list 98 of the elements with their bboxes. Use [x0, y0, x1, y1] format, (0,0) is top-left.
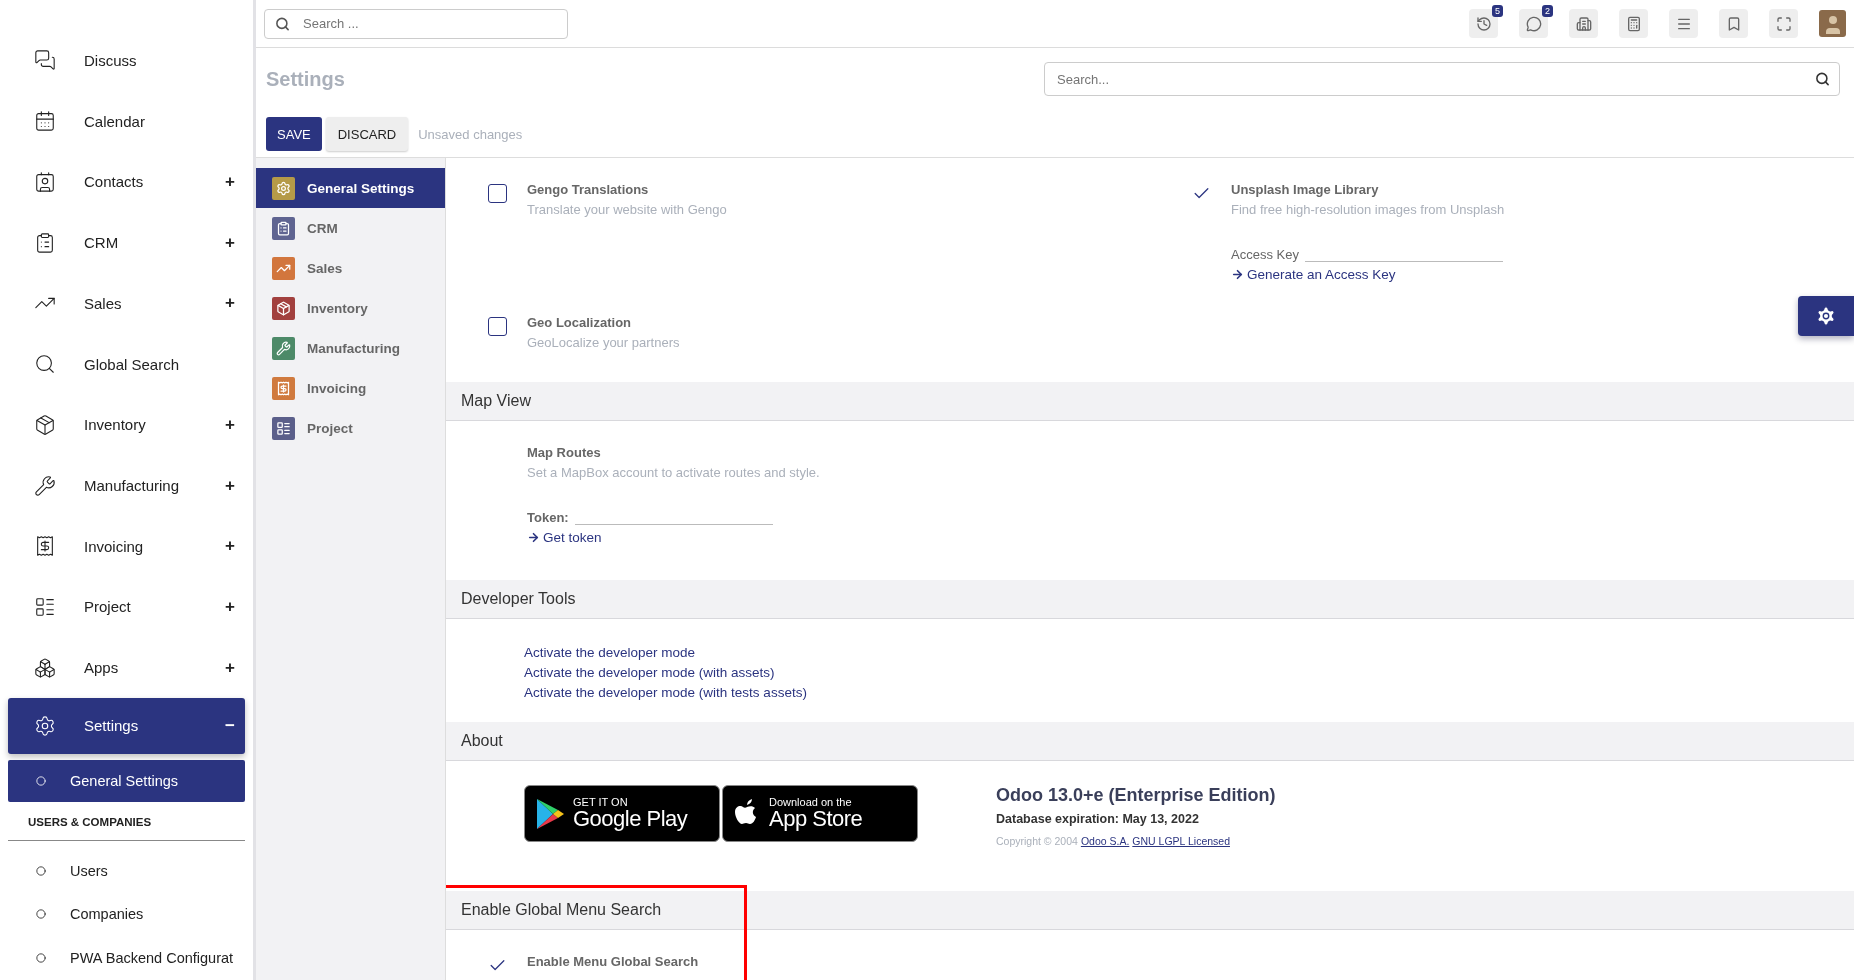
app-tab[interactable]: General Settings [256, 168, 445, 208]
fullscreen-icon [1775, 15, 1792, 32]
badge-store-name: Google Play [573, 808, 688, 830]
option-title: Geo Localization [527, 315, 632, 330]
sidebar-item[interactable]: CRM + [8, 212, 245, 273]
calculator-icon [1625, 15, 1642, 32]
chat-icon [34, 49, 56, 72]
fullscreen-button[interactable] [1769, 9, 1798, 38]
sidebar-item[interactable]: Contacts + [8, 151, 245, 213]
store-badge[interactable]: Download on the App Store [722, 785, 918, 842]
option-description: GeoLocalize your partners [527, 335, 680, 350]
option-description: Translate your website with Gengo [527, 202, 727, 217]
copyright-link[interactable]: Odoo S.A. [1080, 835, 1130, 847]
arrow-icon [527, 531, 540, 544]
chat-button[interactable] [1519, 9, 1548, 38]
bookmark-button[interactable] [1719, 9, 1748, 38]
app-tab[interactable]: Inventory [256, 288, 445, 328]
sidebar-item[interactable]: Calendar [8, 90, 245, 152]
developer-link[interactable]: Activate the developer mode (with assets) [524, 665, 775, 680]
section-header: Map View [446, 382, 1854, 421]
section-header: Enable Global Menu Search [446, 891, 1854, 930]
submenu-item[interactable]: General Settings [8, 759, 245, 802]
building-button[interactable] [1569, 9, 1598, 38]
clipboard-icon [34, 231, 56, 254]
badge-caption: GET IT ON [573, 797, 629, 808]
save-button[interactable]: SAVE [266, 117, 322, 151]
search-icon [275, 16, 290, 31]
app-tab[interactable]: Sales [256, 248, 445, 288]
option-link[interactable]: Generate an Access Key [1231, 267, 1396, 282]
menu-button[interactable] [1669, 9, 1698, 38]
option-title: Enable Menu Global Search [527, 954, 699, 969]
arrow-icon [1231, 268, 1244, 281]
sidebar-item[interactable]: Invoicing + [8, 515, 245, 577]
submenu-item[interactable]: Users [8, 848, 245, 893]
sidebar-item[interactable]: Global Search [8, 333, 245, 395]
sidebar-item[interactable]: Apps + [8, 637, 245, 699]
sidebar-item[interactable]: Discuss [8, 30, 245, 91]
app-tab[interactable]: CRM [256, 208, 445, 248]
search-icon [1815, 71, 1830, 87]
app-tab[interactable]: Project [256, 408, 445, 448]
store-badge[interactable]: GET IT ON Google Play [524, 785, 720, 842]
option-description: Find free high-resolution images from Unsplash [1231, 202, 1505, 217]
sidebar-item[interactable]: Manufacturing + [8, 455, 245, 516]
edition-title: Odoo 13.0+e (Enterprise Edition) [996, 785, 1276, 806]
sidebar-item[interactable]: Inventory + [8, 394, 245, 456]
calculator-button[interactable] [1619, 9, 1648, 38]
group-title: USERS & COMPANIES [8, 801, 245, 841]
history-button[interactable] [1469, 9, 1498, 38]
option-link[interactable]: Get token [527, 530, 602, 545]
badge-caption: Download on the [769, 797, 853, 808]
developer-link[interactable]: Activate the developer mode (with tests assets) [524, 685, 807, 700]
submenu-item[interactable]: PWA Backend Configurat [8, 936, 245, 980]
copyright-text: Copyright © 2004 Odoo S.A. GNU LGPL Licensed [996, 835, 1231, 847]
option-title: Map Routes [527, 445, 602, 460]
bullet-icon [36, 909, 46, 920]
settings-icon [1815, 305, 1837, 327]
page-title: Settings [266, 67, 345, 91]
checkbox[interactable] [488, 317, 507, 336]
sidebar-item[interactable]: Settings − [8, 698, 245, 754]
option-description: Set a MapBox account to activate routes and style. [527, 465, 820, 480]
sidebar-item[interactable]: Project + [8, 576, 245, 638]
history-icon [1475, 15, 1492, 32]
sidebar-item[interactable]: Sales + [8, 272, 245, 334]
search-field[interactable]: Search ... [264, 8, 568, 39]
discard-button[interactable]: DISCARD [325, 117, 409, 151]
search-icon [34, 353, 56, 376]
box-icon [34, 413, 56, 436]
calendar-icon [34, 110, 56, 133]
bullet-icon [36, 865, 46, 876]
option-title: Gengo Translations [527, 182, 650, 197]
app-tab[interactable]: Manufacturing [256, 328, 445, 368]
developer-link[interactable]: Activate the developer mode [524, 645, 696, 660]
submenu-item[interactable]: Companies [8, 892, 245, 937]
wrench-icon [34, 474, 56, 497]
settings-button[interactable] [1798, 296, 1854, 336]
field-label: Token: [527, 510, 569, 525]
boxes-icon [34, 656, 56, 679]
section-header: About [446, 722, 1854, 761]
settings-icon [34, 714, 56, 737]
bullet-icon [36, 775, 46, 786]
receipt-icon [34, 535, 56, 558]
option-title: Unsplash Image Library [1231, 182, 1380, 197]
settings-search-field[interactable]: Search... [1044, 62, 1840, 96]
contact-card-icon [34, 170, 56, 193]
expiration-text: Database expiration: May 13, 2022 [996, 812, 1200, 826]
badge-store-name: App Store [769, 808, 863, 830]
bullet-icon [36, 953, 46, 964]
status-text: Unsaved changes [418, 126, 523, 142]
list-icon [34, 595, 56, 618]
field-label: Access Key [1231, 247, 1299, 262]
section-header: Developer Tools [446, 580, 1854, 619]
copyright-link[interactable]: GNU LGPL Licensed [1132, 835, 1230, 847]
avatar[interactable] [1819, 10, 1846, 37]
app-tab[interactable]: Invoicing [256, 368, 445, 408]
chat-icon [1525, 15, 1542, 32]
building-icon [1575, 15, 1592, 32]
play-icon [535, 796, 565, 831]
checkbox[interactable] [488, 184, 507, 203]
